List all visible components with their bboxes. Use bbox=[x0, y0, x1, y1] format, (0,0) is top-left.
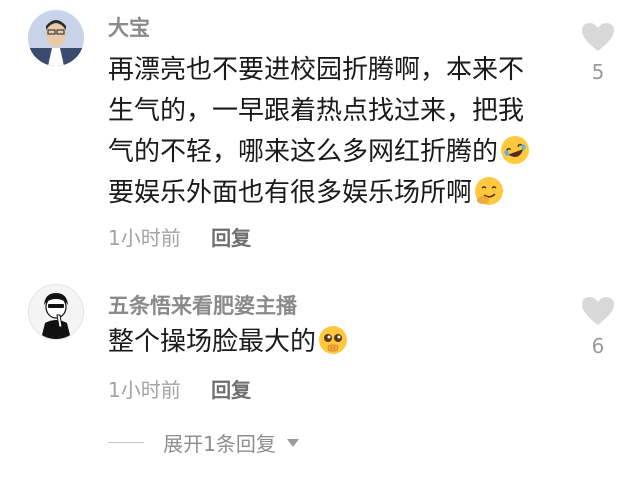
heart-icon bbox=[582, 23, 614, 51]
timestamp: 1小时前 bbox=[108, 378, 181, 402]
expand-replies-button[interactable]: 展开1条回复 bbox=[108, 428, 299, 458]
comment-line: 整个操场脸最大的 bbox=[108, 322, 548, 363]
comment-line: 气的不轻，哪来这么多网红折腾的 bbox=[108, 132, 548, 173]
reply-button[interactable]: 回复 bbox=[211, 378, 251, 402]
comment-line: 要娱乐外面也有很多娱乐场所啊 bbox=[108, 173, 548, 214]
comment-line: 生气的，一早跟着热点找过来，把我 bbox=[108, 96, 525, 126]
comment-item: 五条悟来看肥婆主播 整个操场脸最大的 1小时前 回复 6 bbox=[0, 270, 640, 440]
comment-line-text: 整个操场脸最大的 bbox=[108, 327, 317, 357]
avatar[interactable] bbox=[28, 284, 84, 340]
username[interactable]: 大宝 bbox=[108, 12, 150, 42]
comment-meta: 1小时前 回复 bbox=[108, 374, 251, 403]
pleading-face-emoji bbox=[318, 325, 348, 355]
smirk-emoji bbox=[474, 176, 504, 206]
comment-line-text: 气的不轻，哪来这么多网红折腾的 bbox=[108, 137, 499, 167]
like-count: 5 bbox=[591, 60, 605, 84]
divider-line bbox=[108, 442, 144, 443]
comment-line-text: 要娱乐外面也有很多娱乐场所啊 bbox=[108, 178, 473, 208]
comment-line: 再漂亮也不要进校园折腾啊，本来不 bbox=[108, 55, 525, 85]
timestamp: 1小时前 bbox=[108, 226, 181, 250]
avatar[interactable] bbox=[28, 10, 84, 66]
like-button[interactable]: 5 bbox=[578, 22, 618, 84]
comment-meta: 1小时前 回复 bbox=[108, 222, 251, 251]
username[interactable]: 五条悟来看肥婆主播 bbox=[108, 290, 297, 320]
expand-replies-label: 展开1条回复 bbox=[163, 432, 276, 456]
rolling-laughing-emoji bbox=[500, 135, 530, 165]
like-button[interactable]: 6 bbox=[578, 296, 618, 358]
like-count: 6 bbox=[591, 334, 605, 358]
heart-icon bbox=[582, 297, 614, 325]
reply-button[interactable]: 回复 bbox=[211, 226, 251, 250]
chevron-down-icon bbox=[286, 438, 299, 447]
comment-item: 大宝 再漂亮也不要进校园折腾啊，本来不 生气的，一早跟着热点找过来，把我 气的不… bbox=[0, 0, 640, 270]
comment-body: 再漂亮也不要进校园折腾啊，本来不 生气的，一早跟着热点找过来，把我 气的不轻，哪… bbox=[108, 50, 548, 214]
comment-body: 整个操场脸最大的 bbox=[108, 322, 548, 363]
